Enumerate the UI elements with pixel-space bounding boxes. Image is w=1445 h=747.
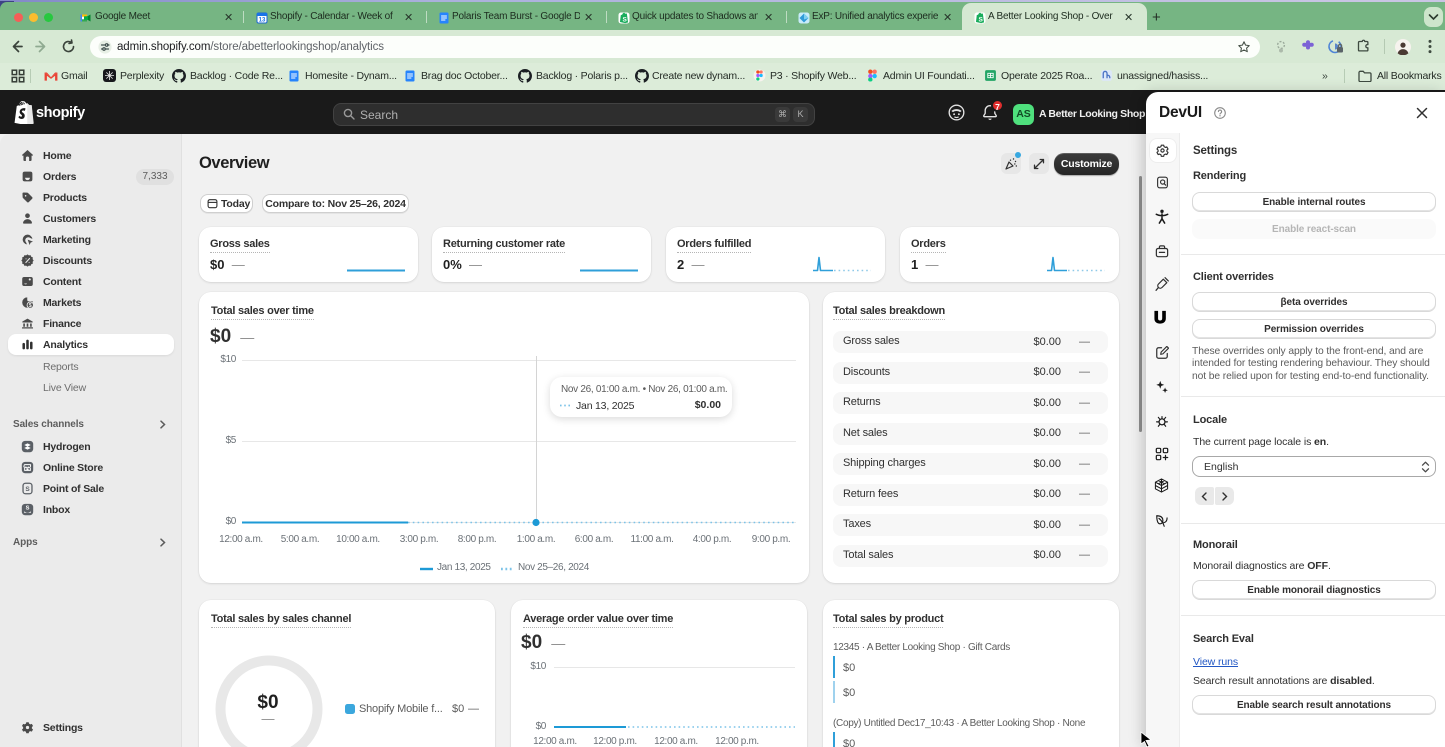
svg-text:13: 13 [259,18,266,24]
svg-text:S: S [26,506,30,512]
svg-text:$: $ [29,303,32,309]
svg-text:S: S [25,486,30,493]
svg-text:S: S [979,16,984,23]
svg-text:S: S [623,16,628,23]
